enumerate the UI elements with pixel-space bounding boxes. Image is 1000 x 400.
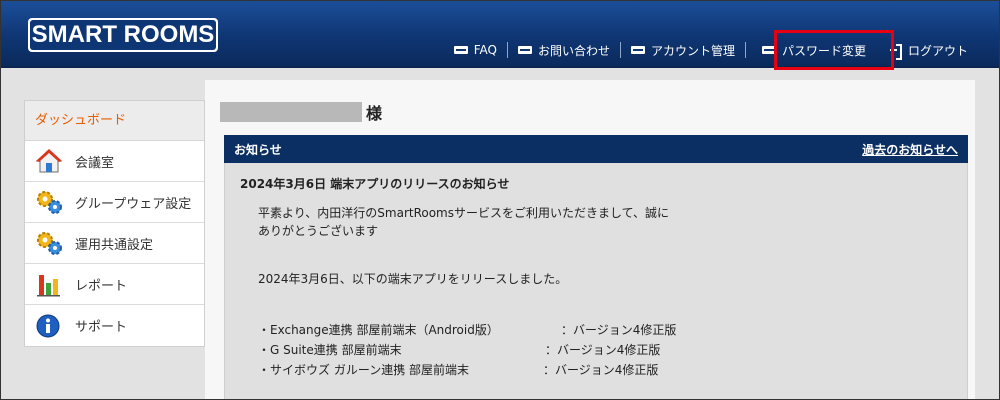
sidebar-item-dashboard[interactable]: ダッシュボード xyxy=(25,101,204,141)
link-icon xyxy=(453,46,468,54)
sidebar-item-rooms[interactable]: 会議室 xyxy=(25,141,204,182)
sidebar-item-label: 運用共通設定 xyxy=(75,237,154,253)
logo-text: SMART ROOMS xyxy=(30,20,216,50)
release-version: ：バージョン4修正版 xyxy=(561,323,677,337)
notice-title: お知らせ xyxy=(234,142,282,157)
main-content: 様 お知らせ 過去のお知らせへ 2024年3月6日 端末アプリのリリースのお知ら… xyxy=(205,80,975,400)
nav-logout-label: ログアウト xyxy=(907,43,968,58)
honorific-label: 様 xyxy=(366,104,383,123)
sidebar: ダッシュボード 会議室 グループウェア設定 運用共通設定 レポート サポート xyxy=(24,100,205,347)
smartrooms-logo[interactable]: SMART ROOMS xyxy=(28,18,218,52)
release-item: ・G Suite連携 部屋前端末 xyxy=(258,343,402,357)
bar-chart-icon xyxy=(35,271,63,297)
news-intro: 2024年3月6日、以下の端末アプリをリリースしました。 xyxy=(258,272,568,286)
password-highlight-box xyxy=(774,30,894,70)
nav-logout-link[interactable]: ログアウト xyxy=(880,40,978,60)
gears-icon xyxy=(35,189,63,215)
sidebar-item-report[interactable]: レポート xyxy=(25,264,204,305)
notice-body: 2024年3月6日 端末アプリのリリースのお知らせ 平素より、内田洋行のSmar… xyxy=(224,163,968,400)
info-icon xyxy=(35,313,63,339)
news-greeting-line2: ありがとうございます xyxy=(258,224,379,238)
nav-account-link[interactable]: アカウント管理 xyxy=(621,40,745,60)
sidebar-item-support[interactable]: サポート xyxy=(25,305,204,346)
sidebar-item-label: サポート xyxy=(75,320,128,335)
release-version: ：バージョン4修正版 xyxy=(545,343,661,357)
sidebar-item-label: レポート xyxy=(75,278,128,294)
nav-faq-label: FAQ xyxy=(473,43,497,57)
gears-icon xyxy=(35,230,63,256)
news-greeting-line1: 平素より、内田洋行のSmartRoomsサービスをご利用いただきまして、誠に xyxy=(258,206,670,220)
news-headline: 2024年3月6日 端末アプリのリリースのお知らせ xyxy=(240,177,510,191)
redacted-username xyxy=(220,102,362,122)
house-icon xyxy=(35,148,63,174)
sidebar-item-groupware[interactable]: グループウェア設定 xyxy=(25,182,204,223)
sidebar-item-common-settings[interactable]: 運用共通設定 xyxy=(25,223,204,264)
sidebar-item-label: グループウェア設定 xyxy=(75,196,192,212)
user-greeting: 様 xyxy=(220,100,382,124)
sidebar-title: ダッシュボード xyxy=(35,113,127,128)
nav-contact-link[interactable]: お問い合わせ xyxy=(508,40,620,60)
release-version: ：バージョン4修正版 xyxy=(543,363,659,377)
link-icon xyxy=(517,46,532,54)
sidebar-item-label: 会議室 xyxy=(75,155,115,171)
link-icon xyxy=(630,46,645,54)
release-item: ・サイボウズ ガルーン連携 部屋前端末 xyxy=(258,363,470,377)
past-notices-link[interactable]: 過去のお知らせへ xyxy=(862,141,958,158)
nav-contact-label: お問い合わせ xyxy=(537,43,610,58)
release-item: ・Exchange連携 部屋前端末（Android版） xyxy=(258,323,499,337)
top-navigation: FAQ お問い合わせ アカウント管理 パスワード変更 ログアウト xyxy=(444,38,978,62)
nav-account-label: アカウント管理 xyxy=(650,43,735,58)
nav-faq-link[interactable]: FAQ xyxy=(444,40,507,60)
nav-divider xyxy=(744,42,746,58)
notice-header: お知らせ 過去のお知らせへ xyxy=(224,135,968,163)
